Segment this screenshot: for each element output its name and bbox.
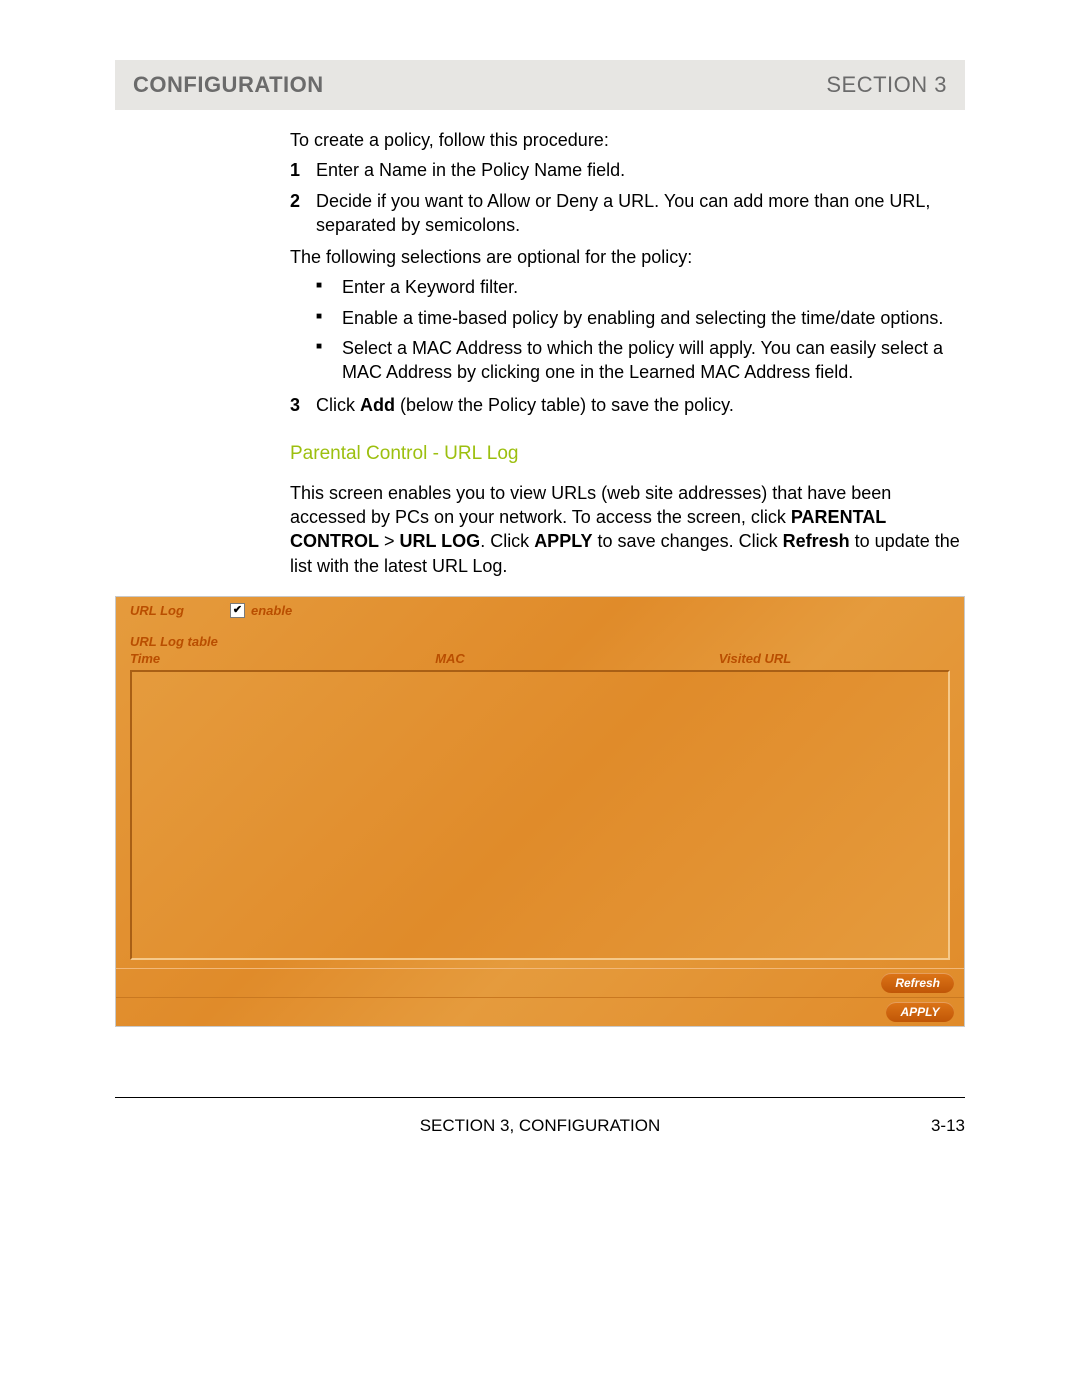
document-page: CONFIGURATION SECTION 3 To create a poli… [0, 0, 1080, 1176]
intro-text: To create a policy, follow this procedur… [290, 128, 965, 152]
body-content: To create a policy, follow this procedur… [290, 128, 965, 578]
url-log-label: URL Log [130, 603, 230, 618]
steps-list-cont: 3 Click Add (below the Policy table) to … [290, 393, 965, 417]
col-header-visited-url: Visited URL [560, 651, 950, 666]
step-2: 2 Decide if you want to Allow or Deny a … [290, 189, 965, 238]
table-headers: Time MAC Visited URL [116, 649, 964, 670]
footer-page-number: 3-13 [931, 1116, 965, 1136]
step-number: 3 [290, 393, 316, 417]
section-heading: Parental Control - URL Log [290, 441, 965, 467]
footer-center: SECTION 3, CONFIGURATION [420, 1116, 661, 1136]
refresh-row: Refresh [116, 968, 964, 997]
col-header-time: Time [130, 651, 340, 666]
bullet-item: ■ Enter a Keyword filter. [316, 275, 965, 299]
step-number: 1 [290, 158, 316, 182]
bullet-item: ■ Select a MAC Address to which the poli… [316, 336, 965, 385]
step-number: 2 [290, 189, 316, 238]
bullet-item: ■ Enable a time-based policy by enabling… [316, 306, 965, 330]
bold-refresh: Refresh [783, 531, 850, 551]
page-header: CONFIGURATION SECTION 3 [115, 60, 965, 110]
bullet-text: Enable a time-based policy by enabling a… [342, 306, 965, 330]
text-fragment: Click [316, 395, 360, 415]
page-footer: SECTION 3, CONFIGURATION 3-13 [115, 1116, 965, 1136]
header-left: CONFIGURATION [133, 72, 324, 98]
text-fragment: > [379, 531, 400, 551]
apply-row: APPLY [116, 997, 964, 1026]
steps-list: 1 Enter a Name in the Policy Name field.… [290, 158, 965, 237]
section-paragraph: This screen enables you to view URLs (we… [290, 481, 965, 578]
square-bullet-icon: ■ [316, 336, 342, 385]
enable-label: enable [251, 603, 292, 618]
text-fragment: (below the Policy table) to save the pol… [395, 395, 734, 415]
text-fragment: to save changes. Click [593, 531, 783, 551]
step-text: Click Add (below the Policy table) to sa… [316, 393, 965, 417]
url-log-screenshot: URL Log ✔ enable URL Log table Time MAC … [115, 596, 965, 1027]
footer-divider [115, 1097, 965, 1098]
step-1: 1 Enter a Name in the Policy Name field. [290, 158, 965, 182]
bold-apply: APPLY [534, 531, 592, 551]
col-header-mac: MAC [340, 651, 560, 666]
url-log-table-title: URL Log table [116, 620, 964, 649]
step-3: 3 Click Add (below the Policy table) to … [290, 393, 965, 417]
optional-intro: The following selections are optional fo… [290, 245, 965, 269]
bold-url-log: URL LOG [400, 531, 481, 551]
bullet-text: Select a MAC Address to which the policy… [342, 336, 965, 385]
header-right: SECTION 3 [826, 72, 947, 98]
bold-add: Add [360, 395, 395, 415]
enable-checkbox[interactable]: ✔ [230, 603, 245, 618]
step-text: Enter a Name in the Policy Name field. [316, 158, 965, 182]
bullet-list: ■ Enter a Keyword filter. ■ Enable a tim… [316, 275, 965, 384]
apply-button[interactable]: APPLY [886, 1002, 954, 1022]
text-fragment: . Click [480, 531, 534, 551]
url-log-enable-row: URL Log ✔ enable [116, 597, 964, 620]
square-bullet-icon: ■ [316, 275, 342, 299]
url-log-panel: URL Log ✔ enable URL Log table Time MAC … [116, 597, 964, 1026]
step-text: Decide if you want to Allow or Deny a UR… [316, 189, 965, 238]
url-log-table-body[interactable] [130, 670, 950, 960]
square-bullet-icon: ■ [316, 306, 342, 330]
bullet-text: Enter a Keyword filter. [342, 275, 965, 299]
refresh-button[interactable]: Refresh [881, 973, 954, 993]
